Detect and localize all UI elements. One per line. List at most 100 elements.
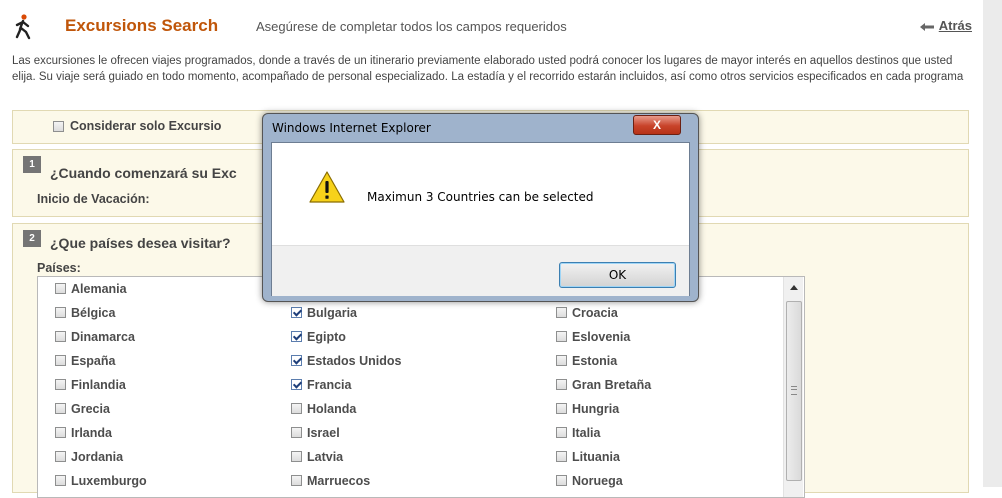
country-option[interactable]: Francia	[291, 378, 351, 392]
country-checkbox[interactable]	[291, 355, 302, 367]
country-label: Croacia	[572, 306, 618, 320]
country-label: Lituania	[572, 450, 620, 464]
ok-button[interactable]: OK	[559, 262, 676, 288]
country-label: Hungria	[572, 402, 620, 416]
country-option[interactable]: Luxemburgo	[55, 474, 147, 488]
countries-label: Países:	[37, 261, 81, 275]
country-label: Jordania	[71, 450, 124, 464]
country-label: Francia	[307, 378, 352, 392]
country-checkbox[interactable]	[556, 427, 567, 439]
country-checkbox[interactable]	[55, 403, 66, 415]
country-option[interactable]: Latvia	[291, 450, 343, 464]
country-label: Bulgaria	[307, 306, 358, 320]
country-option[interactable]: Bulgaria	[291, 306, 357, 320]
country-option[interactable]: Irlanda	[55, 426, 112, 440]
country-label: Holanda	[307, 402, 357, 416]
country-checkbox[interactable]	[55, 475, 66, 487]
warning-icon	[309, 171, 345, 203]
country-option[interactable]: Eslovenia	[556, 330, 630, 344]
country-checkbox[interactable]	[556, 475, 567, 487]
step2-title: ¿Que países desea visitar?	[50, 235, 231, 251]
country-option[interactable]: Dinamarca	[55, 330, 135, 344]
country-option[interactable]: Croacia	[556, 306, 618, 320]
country-option[interactable]: Hungria	[556, 402, 619, 416]
page-subtitle: Asegúrese de completar todos los campos …	[256, 19, 567, 34]
country-option[interactable]: España	[55, 354, 115, 368]
country-label: Noruega	[572, 474, 623, 488]
country-checkbox[interactable]	[55, 427, 66, 439]
country-option[interactable]: Egipto	[291, 330, 346, 344]
only-excursions-label: Considerar solo Excursio	[70, 119, 222, 133]
country-option[interactable]: Finlandia	[55, 378, 126, 392]
intro-text: Las excursiones le ofrecen viajes progra…	[12, 55, 964, 83]
country-label: Eslovenia	[572, 330, 631, 344]
dialog-message: Maximun 3 Countries can be selected	[367, 190, 594, 204]
country-option[interactable]: Marruecos	[291, 474, 370, 488]
country-label: Italia	[572, 426, 601, 440]
grip-icon	[791, 386, 797, 395]
country-checkbox[interactable]	[55, 355, 66, 367]
country-option[interactable]: Estonia	[556, 354, 617, 368]
back-link[interactable]: Atrás	[939, 18, 972, 33]
step-number-2: 2	[23, 230, 41, 247]
country-label: Estonia	[572, 354, 618, 368]
vacation-start-label: Inicio de Vacación:	[37, 192, 150, 206]
country-checkbox[interactable]	[55, 379, 66, 391]
country-checkbox[interactable]	[55, 331, 66, 343]
country-label: Latvia	[307, 450, 344, 464]
country-checkbox[interactable]	[291, 307, 302, 319]
countries-list[interactable]: Alemania Bulgaria Bélgica Croacia Dinamarca E…	[37, 276, 805, 498]
country-label: Alemania	[71, 282, 127, 296]
country-option[interactable]: Noruega	[556, 474, 623, 488]
country-checkbox[interactable]	[291, 475, 302, 487]
close-button[interactable]: X	[633, 115, 681, 135]
scrollbar-thumb[interactable]	[786, 301, 802, 481]
country-option[interactable]: Bélgica	[55, 306, 115, 320]
dialog-title: Windows Internet Explorer	[272, 121, 431, 135]
country-option[interactable]: Holanda	[291, 402, 356, 416]
country-checkbox[interactable]	[291, 451, 302, 463]
country-label: Gran Bretaña	[572, 378, 652, 392]
country-checkbox[interactable]	[55, 451, 66, 463]
alert-dialog: Windows Internet Explorer X Maximun 3 Co…	[262, 113, 699, 302]
country-label: Finlandia	[71, 378, 126, 392]
step-number-1: 1	[23, 156, 41, 173]
dialog-body: Maximun 3 Countries can be selected OK	[271, 142, 690, 296]
page-header: Excursions Search Asegúrese de completar…	[12, 14, 972, 40]
country-checkbox[interactable]	[556, 331, 567, 343]
scroll-up-icon[interactable]	[790, 285, 798, 290]
country-checkbox[interactable]	[291, 403, 302, 415]
country-checkbox[interactable]	[556, 403, 567, 415]
country-checkbox[interactable]	[291, 379, 302, 391]
country-label: Israel	[307, 426, 340, 440]
person-walking-icon	[15, 14, 31, 40]
country-option[interactable]: Jordania	[55, 450, 123, 464]
only-excursions-option[interactable]: Considerar solo Excursio	[53, 119, 221, 133]
country-label: Estados Unidos	[307, 354, 402, 368]
countries-scrollbar[interactable]	[783, 277, 803, 497]
country-label: Egipto	[307, 330, 346, 344]
country-option[interactable]: Grecia	[55, 402, 110, 416]
country-checkbox[interactable]	[55, 283, 66, 295]
country-checkbox[interactable]	[556, 451, 567, 463]
country-option[interactable]: Estados Unidos	[291, 354, 401, 368]
country-checkbox[interactable]	[291, 331, 302, 343]
country-checkbox[interactable]	[55, 307, 66, 319]
country-option[interactable]: Israel	[291, 426, 340, 440]
country-checkbox[interactable]	[556, 379, 567, 391]
country-label: España	[71, 354, 116, 368]
country-label: Bélgica	[71, 306, 116, 320]
country-option[interactable]: Alemania	[55, 282, 127, 296]
country-checkbox[interactable]	[556, 307, 567, 319]
page-title: Excursions Search	[65, 16, 219, 35]
only-excursions-checkbox[interactable]	[53, 121, 64, 133]
arrow-left-icon[interactable]	[920, 23, 934, 31]
country-option[interactable]: Gran Bretaña	[556, 378, 651, 392]
country-label: Dinamarca	[71, 330, 135, 344]
country-checkbox[interactable]	[556, 355, 567, 367]
country-option[interactable]: Italia	[556, 426, 601, 440]
step1-title: ¿Cuando comenzará su Exc	[50, 165, 237, 181]
country-checkbox[interactable]	[291, 427, 302, 439]
country-label: Marruecos	[307, 474, 371, 488]
country-option[interactable]: Lituania	[556, 450, 620, 464]
